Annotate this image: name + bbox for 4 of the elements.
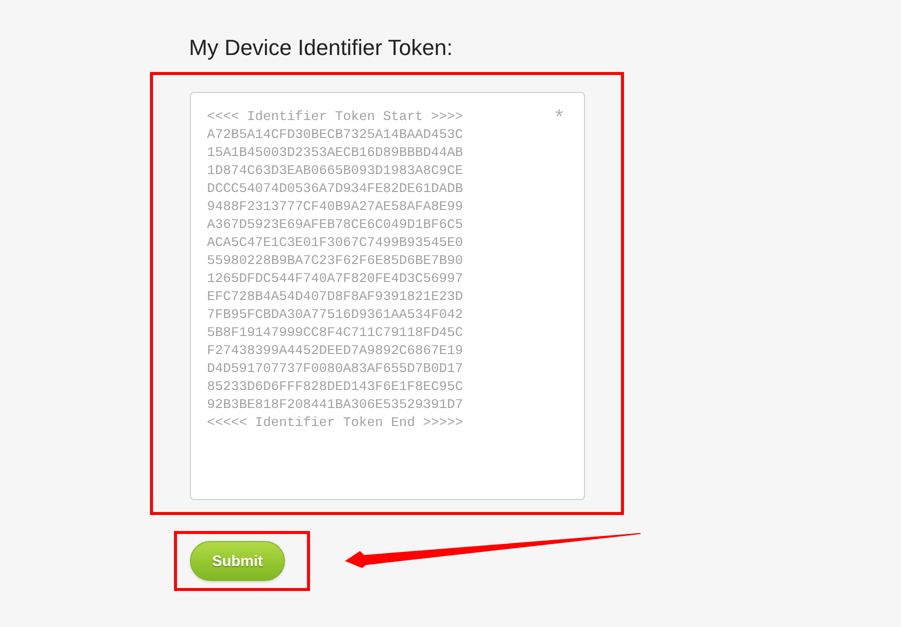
required-mark: * xyxy=(555,107,563,127)
token-field[interactable]: <<<< Identifier Token Start >>>> A72B5A14CFD30BECB7325A14BAAD453C 15A1B45003D2353AECB16D89BBBD44AB 1D874C63D3EAB0665B093D1983A8C9CE DCCC54074D0536A7D934FE82DE61DADB 9488F2313777CF40B9A27AE58AFA8E99 A367D5923E69AFEB78CE6C049D1BF6C5 ACA5C47E1C3E01F3067C7499B93545E0 55980228B9BA7C23F62F6E85D6BE7B90 1265DFDC544F740A7F820FE4D3C56997 EFC728B4A54D407D8F8AF9391821E23D 7FB95FCBDA30A77516D9361AA534F042 5B8F19147999CC8F4C711C79118FD45C F27438399A4452DEED7A9892C6867E19 D4D591707737F0080A83AF655D7B0D17 85233D6D6FFF828DED143F6E1F8EC95C 92B3BE818F208441BA306E53529391D7 <<<<< Identifier Token End >>>>> * xyxy=(190,92,585,500)
submit-button[interactable]: Submit xyxy=(190,541,285,581)
heading: My Device Identifier Token: xyxy=(189,34,453,62)
